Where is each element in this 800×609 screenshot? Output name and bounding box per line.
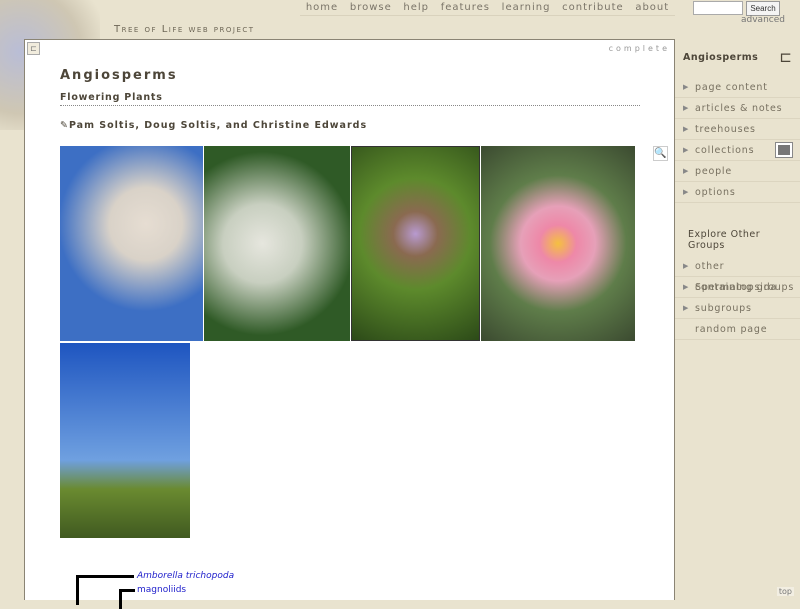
image-acacia[interactable] [60,343,190,538]
sidebar: Angiosperms ⊏ ▶ page content ▶ articles & … [675,39,800,600]
tree-link-magnoliids[interactable]: magnoliids [137,585,186,595]
main-content: ⊏ complete Angiosperms Flowering Plants … [24,39,675,600]
sidebar-title: Angiosperms [683,52,759,63]
triangle-icon: ▶ [683,125,690,133]
nav-contribute[interactable]: contribute [562,2,624,13]
sidebar-item-other-spermatopsida[interactable]: ▶ other Spermatopsida [675,256,800,293]
tree-link-amborella[interactable]: Amborella trichopoda [137,571,234,581]
authors[interactable]: ✎Pam Soltis, Doug Soltis, and Christine … [60,120,367,131]
triangle-icon: ▶ [683,167,690,175]
image-orchid[interactable] [351,146,480,341]
image-magnolia[interactable] [60,146,203,341]
label: random page [695,324,768,335]
tree-icon[interactable]: ⊏ [27,42,40,55]
search-input[interactable] [693,1,743,15]
triangle-icon: ▶ [683,283,690,291]
sidebar-item-random-page[interactable]: random page [675,319,800,340]
nav-help[interactable]: help [403,2,429,13]
nav-features[interactable]: features [441,2,490,13]
site-brand[interactable]: Tree of Life web project [114,24,255,35]
photos-icon[interactable] [775,142,793,158]
sidebar-item-page-content[interactable]: ▶ page content [675,77,800,98]
authors-text: Pam Soltis, Doug Soltis, and Christine E… [68,120,368,131]
page-subtitle: Flowering Plants [60,92,640,106]
tree-branch-icon[interactable]: ⊏ [779,48,792,66]
search-button[interactable]: Search [746,1,780,16]
triangle-icon: ▶ [683,104,690,112]
top-nav: home browse help features learning contr… [300,0,675,16]
label: treehouses [695,124,756,135]
sidebar-item-people[interactable]: ▶ people [675,161,800,182]
label: articles & notes [695,103,783,114]
sidebar-item-collections[interactable]: ▶ collections [675,140,800,161]
nav-browse[interactable]: browse [350,2,392,13]
explore-heading: Explore Other Groups [688,229,761,251]
advanced-search-link[interactable]: advanced [741,15,785,25]
sidebar-item-subgroups[interactable]: ▶ subgroups [675,298,800,319]
label: collections [695,145,755,156]
nav-about[interactable]: about [635,2,669,13]
triangle-icon: ▶ [683,83,690,91]
sidebar-item-containing-groups[interactable]: ▶ containing groups [675,277,800,298]
top-link[interactable]: top [776,587,794,596]
author-icon: ✎ [60,120,69,131]
triangle-icon: ▶ [683,188,690,196]
image-water-lily[interactable] [481,146,635,341]
triangle-icon: ▶ [683,262,690,270]
triangle-icon: ▶ [683,304,690,312]
sidebar-item-options[interactable]: ▶ options [675,182,800,203]
label: page content [695,82,768,93]
page-title: Angiosperms [60,68,178,83]
label: subgroups [695,303,752,314]
nav-home[interactable]: home [306,2,338,13]
status-badge: complete [608,44,670,53]
label: containing groups [695,282,795,293]
magnifier-icon[interactable]: 🔍 [653,146,668,161]
label: options [695,187,736,198]
sidebar-item-treehouses[interactable]: ▶ treehouses [675,119,800,140]
sidebar-item-articles-notes[interactable]: ▶ articles & notes [675,98,800,119]
image-yarrow[interactable] [204,146,350,341]
nav-learning[interactable]: learning [502,2,551,13]
triangle-icon: ▶ [683,146,690,154]
label: people [695,166,733,177]
